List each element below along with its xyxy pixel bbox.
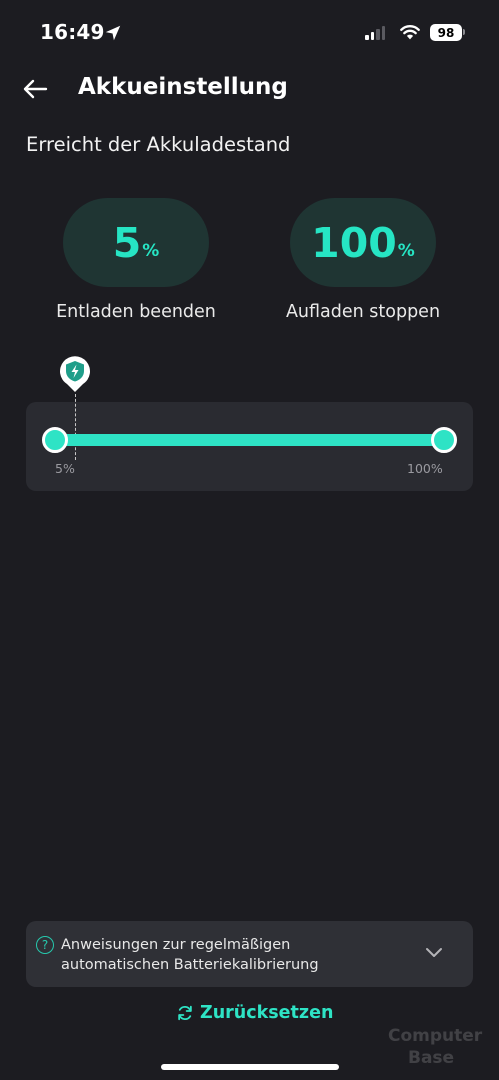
help-icon: ? (36, 936, 54, 954)
watermark-line-2: Base (408, 1048, 454, 1067)
battery-nub (463, 29, 465, 35)
charge-value-pill[interactable]: 100 % (290, 198, 436, 287)
discharge-label: Entladen beenden (56, 302, 216, 322)
instructions-line-1: Anweisungen zur regelmäßigen (61, 937, 291, 953)
signal-icon (365, 26, 385, 40)
chevron-down-icon[interactable] (424, 945, 444, 959)
discharge-value: 5 (112, 218, 142, 267)
charge-range-track[interactable] (54, 434, 444, 446)
slider-handle-max[interactable] (431, 427, 457, 453)
charge-unit: % (397, 240, 415, 261)
back-arrow-icon[interactable] (22, 77, 48, 101)
refresh-icon (178, 1005, 192, 1021)
watermark-line-1: Computer (388, 1026, 483, 1046)
discharge-unit: % (142, 240, 160, 261)
battery-level: 98 (437, 25, 455, 40)
instructions-line-2: automatischen Batteriekalibrierung (61, 957, 319, 973)
charge-label: Aufladen stoppen (285, 302, 441, 322)
battery-icon: 98 (430, 24, 462, 41)
slider-handle-min[interactable] (42, 427, 68, 453)
slider-min-label: 5% (55, 461, 75, 476)
current-level-marker (75, 394, 76, 460)
shield-bolt-icon (60, 356, 90, 392)
reset-label: Zurücksetzen (200, 1003, 334, 1023)
computerbase-watermark: Computer Base (388, 1026, 483, 1067)
charge-value: 100 (311, 218, 397, 267)
page-title: Akkueinstellung (78, 74, 288, 100)
slider-max-label: 100% (407, 461, 443, 476)
location-arrow-icon (105, 25, 121, 41)
wifi-icon (400, 25, 420, 40)
section-title: Erreicht der Akkuladestand (26, 133, 291, 156)
home-indicator (161, 1064, 339, 1070)
status-time: 16:49 (40, 20, 105, 44)
discharge-value-pill[interactable]: 5 % (63, 198, 209, 287)
calibration-instructions-text: Anweisungen zur regelmäßigen automatisch… (61, 935, 391, 975)
slider-card (26, 402, 473, 491)
reset-button[interactable]: Zurücksetzen (176, 1000, 333, 1026)
